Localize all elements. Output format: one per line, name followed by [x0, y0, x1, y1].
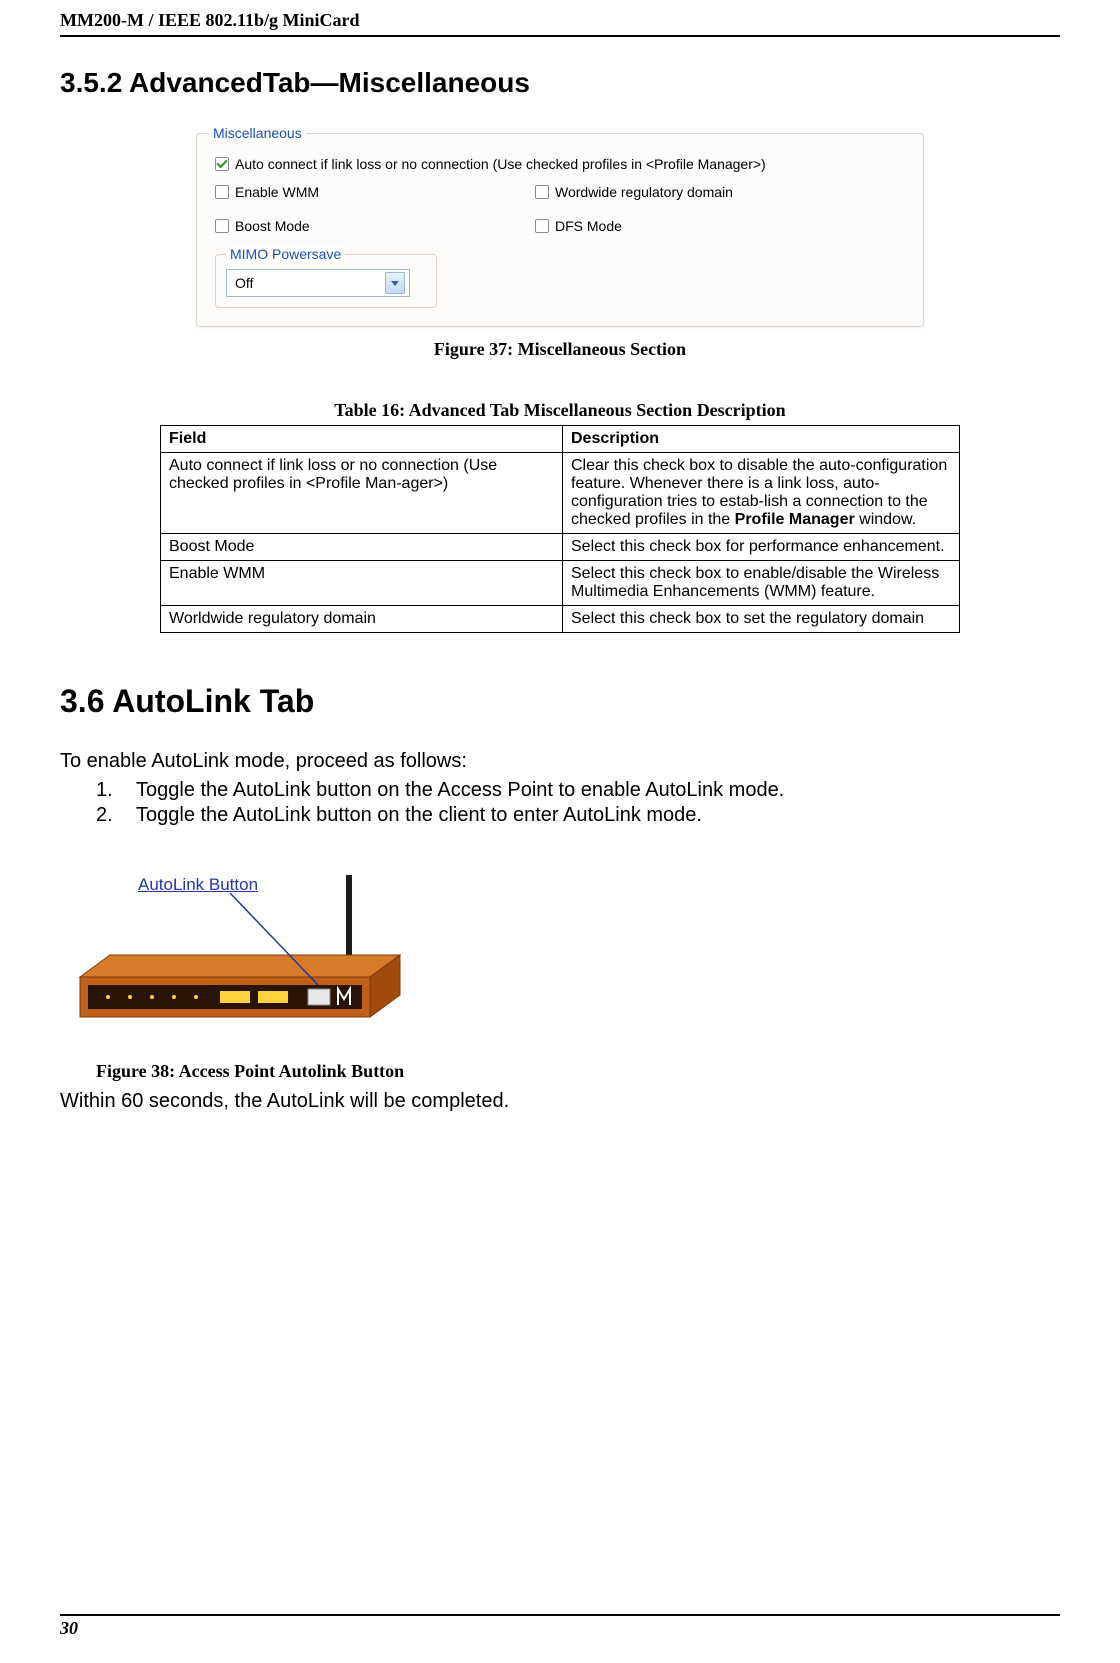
list-item-text: Toggle the AutoLink button on the client…	[136, 804, 702, 827]
mimo-powersave-value: Off	[235, 275, 253, 291]
cell-field: Boost Mode	[161, 534, 563, 561]
table-row: Worldwide regulatory domain Select this …	[161, 606, 960, 633]
table-header-row: Field Description	[161, 426, 960, 453]
page-number: 30	[60, 1618, 78, 1638]
label-enable-wmm: Enable WMM	[235, 184, 319, 200]
label-dfs-mode: DFS Mode	[555, 218, 622, 234]
th-desc: Description	[563, 426, 960, 453]
figure-38-router: AutoLink Button	[60, 867, 420, 1037]
figure-38-caption: Figure 38: Access Point Autolink Button	[96, 1061, 1060, 1082]
label-boost-mode: Boost Mode	[235, 218, 310, 234]
label-reg-domain: Wordwide regulatory domain	[555, 184, 733, 200]
cell-field: Worldwide regulatory domain	[161, 606, 563, 633]
cell-desc: Select this check box to enable/disable …	[563, 561, 960, 606]
autolink-button-callout: AutoLink Button	[138, 875, 258, 895]
table-16: Field Description Auto connect if link l…	[160, 425, 960, 633]
table-16-caption: Table 16: Advanced Tab Miscellaneous Sec…	[60, 400, 1060, 421]
th-field: Field	[161, 426, 563, 453]
checkbox-autoconnect[interactable]	[215, 157, 229, 171]
table-row: Auto connect if link loss or no connecti…	[161, 453, 960, 534]
checkbox-enable-wmm[interactable]	[215, 185, 229, 199]
cell-field: Enable WMM	[161, 561, 563, 606]
doc-header: MM200-M / IEEE 802.11b/g MiniCard	[60, 0, 1060, 37]
mimo-powersave-group: MIMO Powersave Off	[215, 254, 437, 308]
list-item-text: Toggle the AutoLink button on the Access…	[136, 779, 784, 802]
figure-37-caption: Figure 37: Miscellaneous Section	[60, 339, 1060, 360]
autolink-steps-list: 1. Toggle the AutoLink button on the Acc…	[60, 779, 1060, 827]
cell-desc: Clear this check box to disable the auto…	[563, 453, 960, 534]
heading-3-5-2: 3.5.2 AdvancedTab—Miscellaneous	[60, 67, 1060, 99]
autolink-intro-text: To enable AutoLink mode, proceed as foll…	[60, 750, 1060, 773]
mimo-powersave-dropdown[interactable]: Off	[226, 269, 410, 297]
chevron-down-icon[interactable]	[385, 272, 405, 294]
table-row: Enable WMM Select this check box to enab…	[161, 561, 960, 606]
label-autoconnect: Auto connect if link loss or no connecti…	[235, 156, 766, 172]
cell-desc: Select this check box to set the regulat…	[563, 606, 960, 633]
miscellaneous-panel: Miscellaneous Auto connect if link loss …	[196, 133, 924, 327]
cell-field: Auto connect if link loss or no connecti…	[161, 453, 563, 534]
checkbox-reg-domain[interactable]	[535, 185, 549, 199]
list-item: 2. Toggle the AutoLink button on the cli…	[96, 804, 1060, 827]
list-item-number: 2.	[96, 804, 120, 827]
cell-desc: Select this check box for performance en…	[563, 534, 960, 561]
heading-3-6: 3.6 AutoLink Tab	[60, 683, 1060, 720]
page-footer: 30	[60, 1614, 1060, 1639]
checkbox-dfs-mode[interactable]	[535, 219, 549, 233]
mimo-group-label: MIMO Powersave	[226, 246, 345, 262]
table-row: Boost Mode Select this check box for per…	[161, 534, 960, 561]
panel-group-label: Miscellaneous	[209, 125, 306, 141]
autolink-done-text: Within 60 seconds, the AutoLink will be …	[60, 1090, 1060, 1113]
list-item-number: 1.	[96, 779, 120, 802]
list-item: 1. Toggle the AutoLink button on the Acc…	[96, 779, 1060, 802]
checkbox-boost-mode[interactable]	[215, 219, 229, 233]
